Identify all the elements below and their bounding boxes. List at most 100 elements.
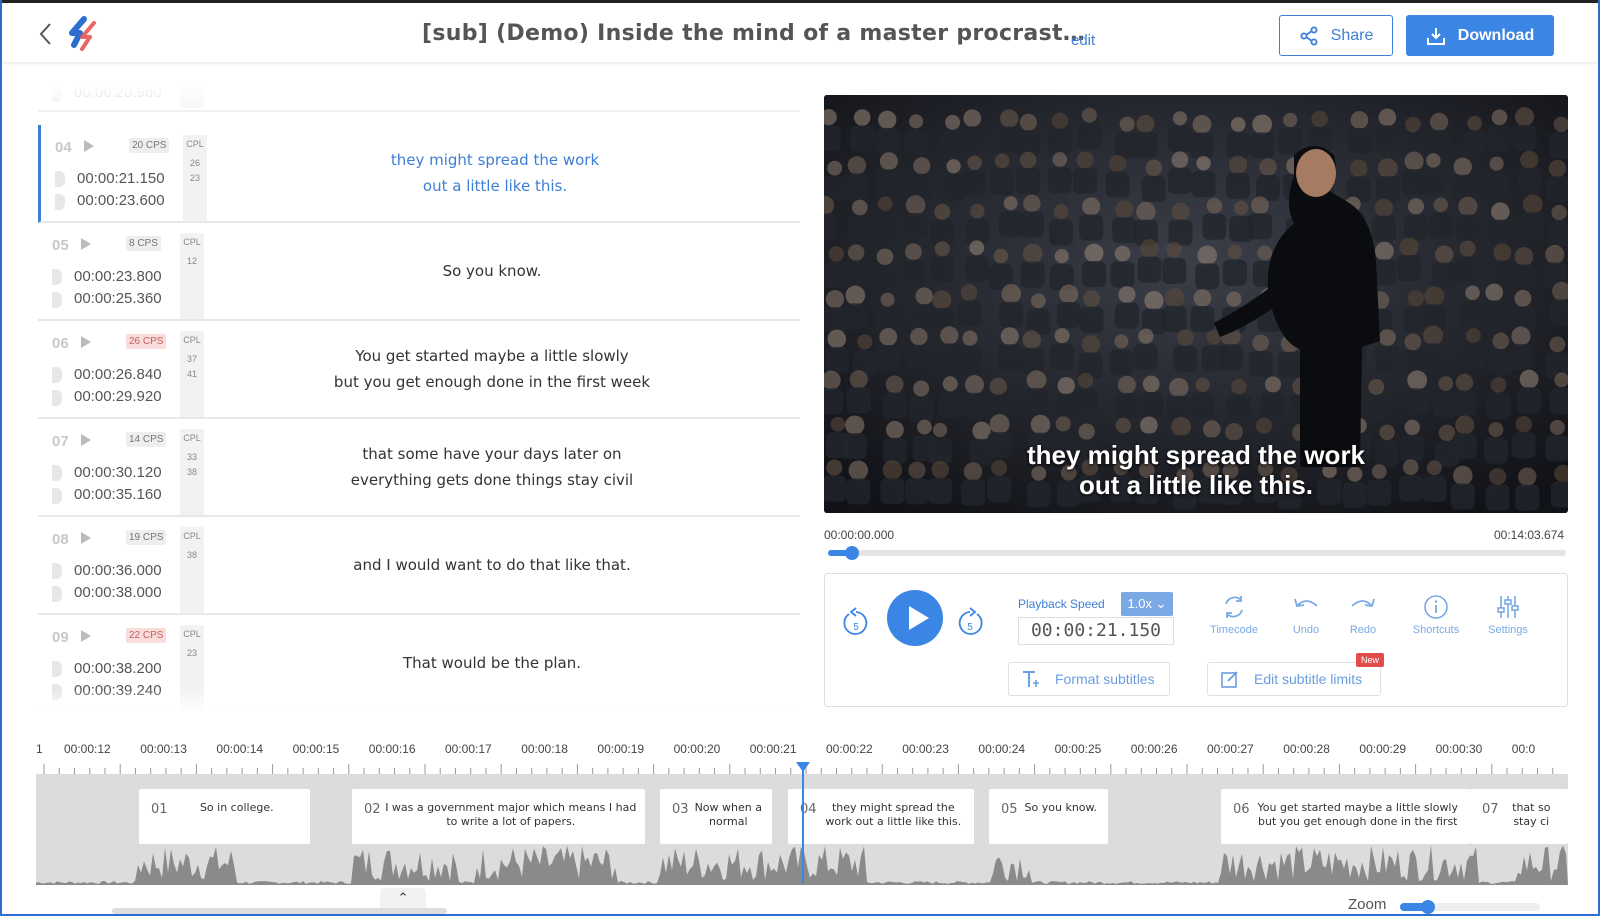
end-time[interactable]: 00:00:25.360	[74, 290, 162, 307]
timeline-cue[interactable]: 06 You get started maybe a little slowly …	[1221, 789, 1470, 844]
subtitle-text-line: everything gets done things stay civil	[350, 471, 634, 489]
end-time[interactable]: 00:00:23.600	[77, 192, 165, 209]
subtitle-text[interactable]: You get started maybe a little slowly but…	[228, 343, 756, 395]
start-time-marker	[52, 269, 62, 285]
subtitle-text-line: that some have your days later on	[362, 445, 622, 463]
cpl-label: CPL	[183, 433, 201, 443]
seek-bar[interactable]	[828, 546, 1566, 560]
playback-speed-select[interactable]: 1.0x ⌄	[1121, 592, 1173, 616]
subtitle-editor-app: [sub] (Demo) Inside the mind of a master…	[0, 0, 1600, 916]
current-timecode[interactable]: 00:00:21.150	[1018, 617, 1174, 645]
subtitle-text[interactable]: they might spread the work out a little l…	[231, 147, 759, 199]
start-time[interactable]: 00:00:38.200	[74, 660, 162, 677]
edit-title-link[interactable]: edit	[1071, 32, 1095, 49]
start-time[interactable]: 00:00:26.840	[74, 366, 162, 383]
ruler-label: 00:00:28	[1283, 742, 1330, 756]
subtitle-text[interactable]: and I would want to do that like that.	[228, 552, 756, 578]
subtitle-text[interactable]: So you know.	[228, 258, 756, 284]
collapse-timeline-button[interactable]: ⌃	[380, 888, 426, 910]
ruler-label: 00:00:15	[292, 742, 340, 756]
start-time[interactable]: 00:00:23.800	[74, 268, 162, 285]
end-time[interactable]: 00:00:39.240	[74, 682, 162, 699]
play-cue-icon[interactable]	[81, 238, 91, 250]
play-cue-icon[interactable]	[81, 630, 91, 642]
playhead[interactable]	[802, 762, 804, 883]
end-time[interactable]: 00:00:29.920	[74, 388, 162, 405]
caption-line-2: out a little like this.	[1078, 470, 1314, 500]
skip-back-button[interactable]: 5	[841, 604, 871, 640]
redo-button[interactable]: Redo	[1328, 594, 1398, 636]
timeline-cue[interactable]: 05 So you know.	[989, 789, 1108, 844]
end-time[interactable]: 00:00:35.160	[74, 486, 162, 503]
subtitle-row[interactable]: 09 22 CPS CPL 23 00:00:38.200 00:00:39.240 Tha…	[38, 615, 800, 712]
ruler-label: 00:00:13	[140, 742, 187, 756]
download-icon	[1426, 27, 1445, 45]
end-time-marker	[52, 586, 62, 602]
play-button[interactable]	[887, 590, 943, 646]
subtitle-row[interactable]: 08 19 CPS CPL 38 00:00:36.000 00:00:38.000 and…	[38, 517, 800, 615]
start-time[interactable]: 00:00:30.120	[74, 464, 162, 481]
zoom-handle[interactable]	[1421, 900, 1435, 914]
cpl-value: 37	[186, 354, 197, 364]
timeline-cue[interactable]: 04 they might spread the work out a littl…	[788, 789, 974, 844]
cue-text: I was a government major which means I h…	[385, 801, 637, 828]
skip-forward-button[interactable]: 5	[955, 604, 985, 640]
skip-back-seconds: 5	[853, 622, 859, 633]
subtitle-row-partial[interactable]: 00:00:20.960	[38, 86, 800, 112]
subtitle-number: 08	[52, 531, 69, 548]
timecode-button[interactable]: Timecode	[1199, 594, 1269, 636]
subtitle-row[interactable]: 07 14 CPS CPL 33 38 00:00:30.120 00:00:35.160 t…	[38, 419, 800, 517]
timeline-cue[interactable]: 02 I was a government major which means I…	[352, 789, 645, 844]
format-subtitles-button[interactable]: Format subtitles	[1008, 662, 1170, 696]
subtitle-row[interactable]: 06 26 CPS CPL 37 41 00:00:26.840 00:00:29.920 Y…	[38, 321, 800, 419]
horizontal-scrollbar[interactable]	[112, 908, 447, 914]
subtitle-row[interactable]: 05 8 CPS CPL 12 00:00:23.800 00:00:25.360 So y…	[38, 223, 800, 321]
app-logo-icon[interactable]	[64, 15, 106, 53]
start-time[interactable]: 00:00:36.000	[74, 562, 162, 579]
video-preview[interactable]: they might spread the work out a little …	[824, 95, 1568, 513]
end-time[interactable]: 00:00:38.000	[74, 584, 162, 601]
subtitle-list[interactable]: 00:00:20.960 04 20 CPS CPL 26 23 00:00:21.150…	[38, 86, 800, 712]
back-chevron-icon[interactable]	[36, 21, 56, 47]
text-format-icon	[1023, 671, 1039, 687]
start-time[interactable]: 00:00:21.150	[77, 170, 165, 187]
timeline-cue[interactable]: 07 that so stay ci	[1470, 789, 1568, 844]
settings-button[interactable]: Settings	[1473, 594, 1543, 636]
subtitle-text[interactable]: that some have your days later on everyth…	[228, 441, 756, 493]
timeline-cue[interactable]: 03 Now when a normal	[660, 789, 772, 844]
edit-subtitle-limits-button[interactable]: Edit subtitle limits	[1207, 662, 1381, 696]
timeline-cue[interactable]: 01 So in college.	[139, 789, 310, 844]
playback-speed-value: 1.0x	[1127, 596, 1153, 611]
start-time-marker	[52, 661, 62, 677]
start-time-marker	[52, 465, 62, 481]
play-cue-icon[interactable]	[81, 532, 91, 544]
cpl-column: CPL 23	[180, 625, 204, 711]
download-button[interactable]: Download	[1406, 15, 1554, 56]
top-bar: [sub] (Demo) Inside the mind of a master…	[2, 0, 1598, 62]
chevron-up-icon: ⌃	[397, 890, 409, 905]
cpl-column	[180, 86, 204, 108]
redo-label: Redo	[1349, 624, 1377, 636]
share-button[interactable]: Share	[1279, 15, 1393, 56]
subtitle-row[interactable]: 04 20 CPS CPL 26 23 00:00:21.150 00:00:23.600 t…	[38, 125, 800, 223]
playback-speed-label: Playback Speed	[1018, 597, 1105, 611]
play-cue-icon[interactable]	[81, 434, 91, 446]
subtitle-number: 05	[52, 237, 69, 254]
subtitle-text[interactable]: That would be the plan.	[228, 650, 756, 676]
video-caption: they might spread the work out a little …	[824, 440, 1568, 500]
caption-line-1: they might spread the work	[1026, 440, 1366, 470]
seek-handle[interactable]	[845, 546, 859, 560]
cpl-value: 23	[186, 648, 197, 658]
cpl-label: CPL	[183, 531, 201, 541]
play-cue-icon[interactable]	[84, 140, 94, 152]
shortcuts-button[interactable]: Shortcuts	[1401, 594, 1471, 636]
end-time[interactable]: 00:00:20.960	[74, 86, 162, 101]
ruler-label: 00:00:20	[673, 742, 721, 756]
ruler-label: 00:00:17	[445, 742, 492, 756]
zoom-slider[interactable]	[1400, 900, 1540, 914]
play-cue-icon[interactable]	[81, 336, 91, 348]
timecode-label: Timecode	[1210, 624, 1258, 636]
share-icon	[1300, 26, 1318, 45]
timeline[interactable]: 1 00:00:12 00:00:13 00:00:14 00:00:15 00:00:…	[36, 730, 1568, 885]
time-end: 00:14:03.674	[1494, 528, 1565, 542]
